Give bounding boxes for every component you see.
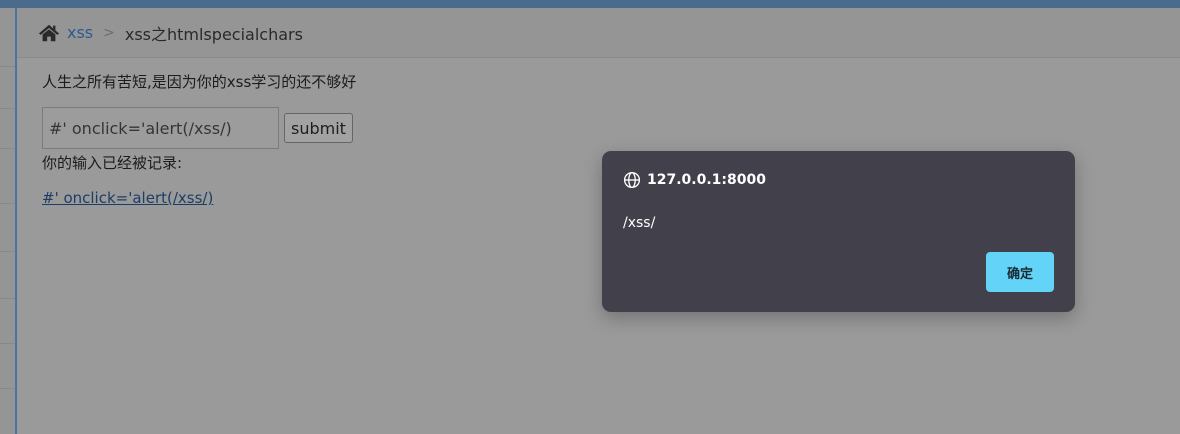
sidebar-divider — [0, 66, 15, 67]
sidebar-divider — [0, 343, 15, 344]
top-bar — [0, 0, 1180, 8]
result-link[interactable]: #' onclick='alert(/xss/) — [42, 189, 213, 207]
dialog-message: /xss/ — [623, 215, 656, 231]
globe-icon — [623, 171, 641, 189]
sidebar-divider — [0, 148, 15, 149]
sidebar-divider — [0, 108, 15, 109]
dialog-origin-text: 127.0.0.1:8000 — [647, 172, 766, 188]
sidebar — [0, 8, 17, 434]
ok-button[interactable]: 确定 — [986, 252, 1054, 292]
sidebar-divider — [0, 251, 15, 252]
home-icon[interactable] — [38, 22, 60, 44]
breadcrumb-link-xss[interactable]: xss — [67, 23, 93, 42]
page-headline: 人生之所有苦短,是因为你的xss学习的还不够好 — [42, 73, 357, 91]
message-input[interactable] — [42, 107, 279, 149]
xss-form: submit — [42, 107, 353, 149]
sidebar-divider — [0, 298, 15, 299]
breadcrumb: xss > xss之htmlspecialchars — [17, 8, 1180, 58]
sidebar-divider — [0, 203, 15, 204]
recorded-label: 你的输入已经被记录: — [42, 154, 183, 172]
alert-dialog: 127.0.0.1:8000 /xss/ 确定 — [602, 151, 1075, 312]
breadcrumb-separator: > — [103, 24, 115, 41]
main-content: 人生之所有苦短,是因为你的xss学习的还不够好 submit 你的输入已经被记录… — [42, 70, 357, 207]
sidebar-divider — [0, 388, 15, 389]
breadcrumb-current: xss之htmlspecialchars — [124, 24, 303, 44]
submit-button[interactable]: submit — [284, 113, 353, 143]
dialog-origin: 127.0.0.1:8000 — [623, 171, 766, 189]
